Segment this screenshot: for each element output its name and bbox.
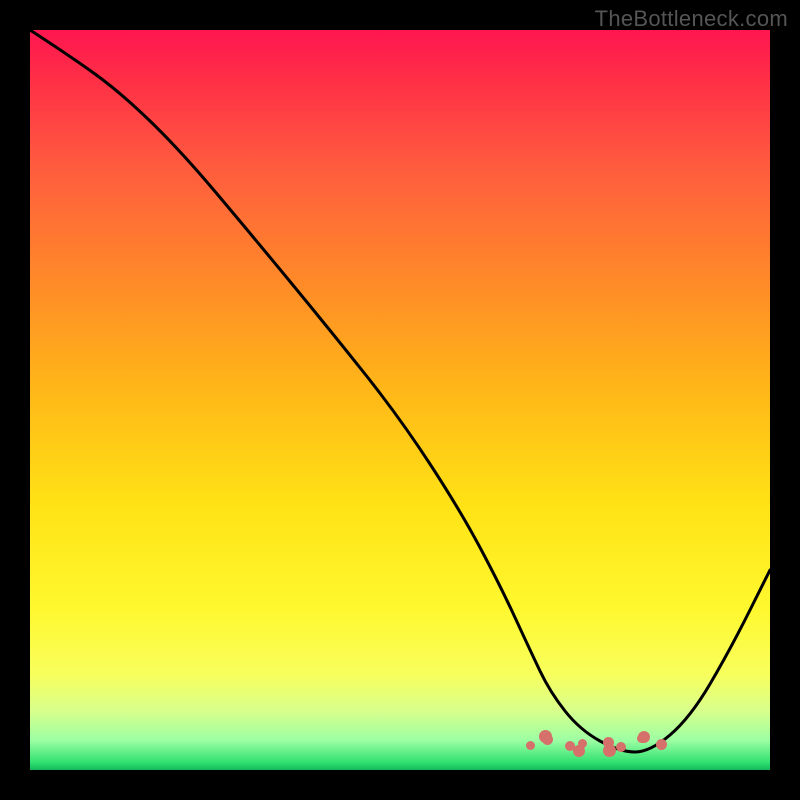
watermark-text: TheBottleneck.com xyxy=(595,6,788,32)
marker-dot xyxy=(656,739,667,750)
marker-dot xyxy=(603,744,616,757)
plot-area xyxy=(30,30,770,770)
chart-frame: TheBottleneck.com xyxy=(0,0,800,800)
marker-dot xyxy=(526,741,535,750)
marker-dot xyxy=(578,739,587,748)
marker-dot xyxy=(616,742,626,752)
marker-cluster xyxy=(30,30,770,770)
